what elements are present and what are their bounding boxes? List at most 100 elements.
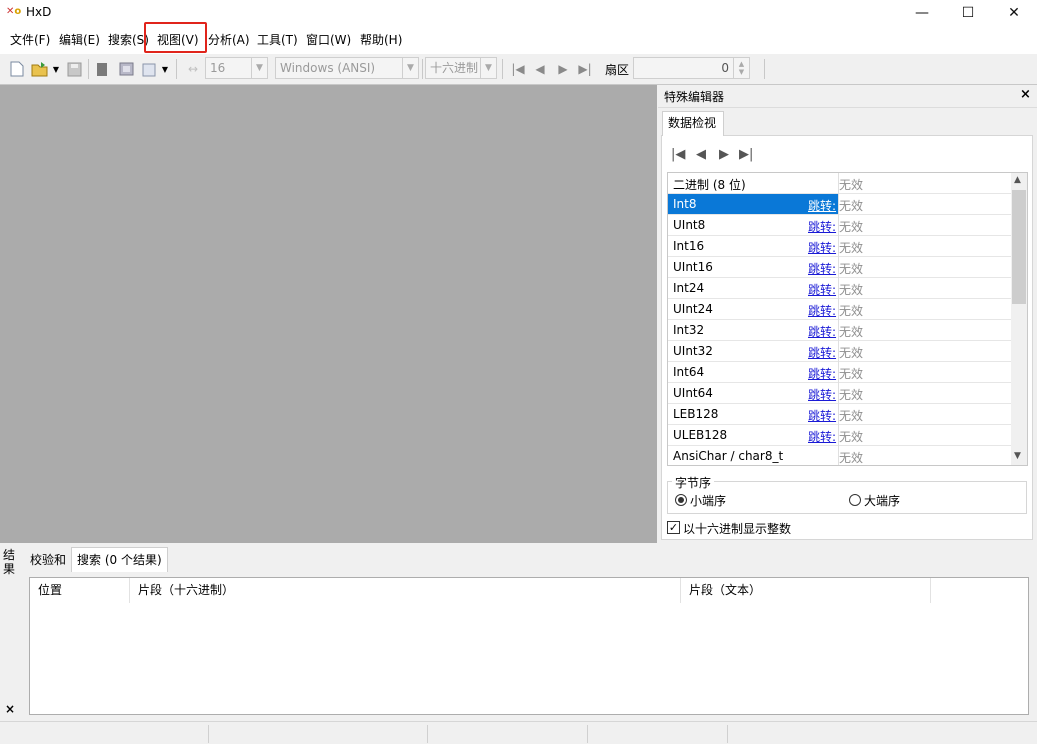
- menu-file[interactable]: 文件(F): [10, 32, 50, 48]
- first-sector-icon[interactable]: |◀: [510, 59, 526, 79]
- table-row[interactable]: UInt24 跳转: 无效: [668, 299, 1011, 320]
- row-type-name: UInt16: [673, 260, 713, 274]
- column-header-position[interactable]: 位置: [30, 578, 130, 603]
- table-row[interactable]: UInt8 跳转: 无效: [668, 215, 1011, 236]
- menu-search[interactable]: 搜索(S): [108, 32, 149, 48]
- open-ram-icon[interactable]: [117, 59, 135, 79]
- row-value: 无效: [839, 241, 864, 255]
- new-file-icon[interactable]: [9, 59, 25, 79]
- table-row[interactable]: Int24 跳转: 无效: [668, 278, 1011, 299]
- table-row[interactable]: UInt32 跳转: 无效: [668, 341, 1011, 362]
- tab-search-results[interactable]: 搜索 (0 个结果): [71, 547, 168, 572]
- jump-link[interactable]: 跳转:: [808, 197, 836, 214]
- row-type-name: UInt64: [673, 386, 713, 400]
- jump-link[interactable]: 跳转:: [808, 386, 836, 403]
- menu-analysis[interactable]: 分析(A): [208, 32, 250, 48]
- bytes-per-row-select[interactable]: 16 ▼: [205, 57, 268, 79]
- close-button[interactable]: ✕: [991, 0, 1037, 26]
- menu-edit[interactable]: 编辑(E): [59, 32, 100, 48]
- byte-order-label: 字节序: [672, 474, 715, 491]
- save-icon[interactable]: [66, 59, 82, 79]
- little-endian-label: 小端序: [690, 494, 727, 508]
- table-row[interactable]: 二进制 (8 位) 无效: [668, 173, 1011, 194]
- row-value: 无效: [839, 367, 864, 381]
- row-type-name: 二进制 (8 位): [673, 178, 746, 192]
- table-row[interactable]: Int64 跳转: 无效: [668, 362, 1011, 383]
- next-icon[interactable]: ▶: [719, 147, 729, 162]
- charset-select[interactable]: Windows (ANSI) ▼: [275, 57, 419, 79]
- menu-tools[interactable]: 工具(T): [257, 32, 298, 48]
- scroll-up-icon[interactable]: ▲: [1014, 175, 1021, 185]
- menu-help[interactable]: 帮助(H): [360, 32, 402, 48]
- panel-close-icon[interactable]: ×: [1020, 87, 1031, 102]
- jump-link[interactable]: 跳转:: [808, 323, 836, 340]
- minimize-button[interactable]: —: [899, 0, 945, 26]
- jump-link[interactable]: 跳转:: [808, 218, 836, 235]
- jump-link[interactable]: 跳转:: [808, 302, 836, 319]
- prev-icon[interactable]: ◀: [696, 147, 706, 162]
- tab-checksum[interactable]: 校验和: [25, 550, 71, 572]
- jump-link[interactable]: 跳转:: [808, 344, 836, 361]
- table-row[interactable]: LEB128 跳转: 无效: [668, 404, 1011, 425]
- last-sector-icon[interactable]: ▶|: [577, 59, 593, 79]
- open-disk-image-icon[interactable]: [141, 59, 157, 79]
- hex-integers-checkbox[interactable]: ✓: [667, 521, 680, 534]
- table-row-selected[interactable]: Int8 跳转: 无效: [668, 194, 1011, 215]
- table-row[interactable]: UInt64 跳转: 无效: [668, 383, 1011, 404]
- last-icon[interactable]: ▶|: [739, 147, 753, 162]
- little-endian-radio[interactable]: [675, 494, 687, 506]
- row-type-name: Int64: [673, 365, 705, 379]
- row-value: 无效: [839, 388, 864, 402]
- offset-base-select[interactable]: 十六进制 ▼: [425, 57, 497, 79]
- tab-data-inspector[interactable]: 数据检视: [662, 111, 724, 136]
- hex-integers-label: 以十六进制显示整数: [683, 522, 792, 536]
- panel-title: 特殊编辑器: [664, 90, 725, 104]
- row-value: 无效: [839, 325, 864, 339]
- app-icon: ✕o: [6, 6, 22, 17]
- big-endian-label: 大端序: [864, 494, 901, 508]
- open-disk-icon[interactable]: [94, 59, 110, 79]
- table-row[interactable]: Int32 跳转: 无效: [668, 320, 1011, 341]
- column-header-hex-snippet[interactable]: 片段（十六进制）: [130, 578, 681, 603]
- chevron-down-icon: ▼: [480, 58, 496, 78]
- results-close-icon[interactable]: ×: [5, 702, 15, 716]
- big-endian-radio[interactable]: [849, 494, 861, 506]
- next-sector-icon[interactable]: ▶: [556, 59, 570, 79]
- results-panel: 校验和 搜索 (0 个结果) 位置 片段（十六进制） 片段（文本）: [21, 544, 1037, 721]
- maximize-button[interactable]: ☐: [945, 0, 991, 26]
- window-title: HxD: [26, 5, 52, 19]
- menu-window[interactable]: 窗口(W): [306, 32, 351, 48]
- table-row[interactable]: Int16 跳转: 无效: [668, 236, 1011, 257]
- scroll-thumb[interactable]: [1012, 190, 1026, 304]
- sector-spinner[interactable]: 0 ▲ ▼: [633, 57, 750, 79]
- first-icon[interactable]: |◀: [671, 147, 685, 162]
- jump-link[interactable]: 跳转:: [808, 428, 836, 445]
- jump-link[interactable]: 跳转:: [808, 407, 836, 424]
- row-type-name: Int8: [673, 197, 697, 211]
- jump-link[interactable]: 跳转:: [808, 260, 836, 277]
- scroll-down-icon[interactable]: ▼: [1014, 451, 1021, 461]
- toolbar: ▼ ▼ ↔ 16 ▼ Windows (ANSI) ▼ 十六进制 ▼ |◀ ◀ …: [0, 54, 1037, 85]
- vertical-scrollbar[interactable]: ▲ ▼: [1011, 173, 1027, 465]
- table-row[interactable]: AnsiChar / char8_t 无效: [668, 446, 1011, 465]
- table-row[interactable]: UInt16 跳转: 无效: [668, 257, 1011, 278]
- row-value: 无效: [839, 304, 864, 318]
- chevron-down-icon: ▼: [402, 58, 418, 78]
- sector-label: 扇区: [604, 62, 629, 77]
- open-dropdown-icon[interactable]: ▼: [51, 59, 61, 79]
- jump-link[interactable]: 跳转:: [808, 365, 836, 382]
- disk-image-dropdown-icon[interactable]: ▼: [160, 59, 170, 79]
- spinner-arrows-icon[interactable]: ▲ ▼: [733, 58, 749, 78]
- row-type-name: UInt32: [673, 344, 713, 358]
- bytes-per-row-icon: ↔: [187, 62, 199, 76]
- panel-header: 特殊编辑器 ×: [658, 85, 1037, 108]
- open-folder-icon[interactable]: [31, 59, 49, 79]
- row-type-name: LEB128: [673, 407, 719, 421]
- jump-link[interactable]: 跳转:: [808, 281, 836, 298]
- prev-sector-icon[interactable]: ◀: [533, 59, 547, 79]
- results-list[interactable]: 位置 片段（十六进制） 片段（文本）: [29, 577, 1029, 715]
- jump-link[interactable]: 跳转:: [808, 239, 836, 256]
- table-row[interactable]: ULEB128 跳转: 无效: [668, 425, 1011, 446]
- status-bar: [0, 721, 1037, 744]
- column-header-text-snippet[interactable]: 片段（文本）: [681, 578, 931, 603]
